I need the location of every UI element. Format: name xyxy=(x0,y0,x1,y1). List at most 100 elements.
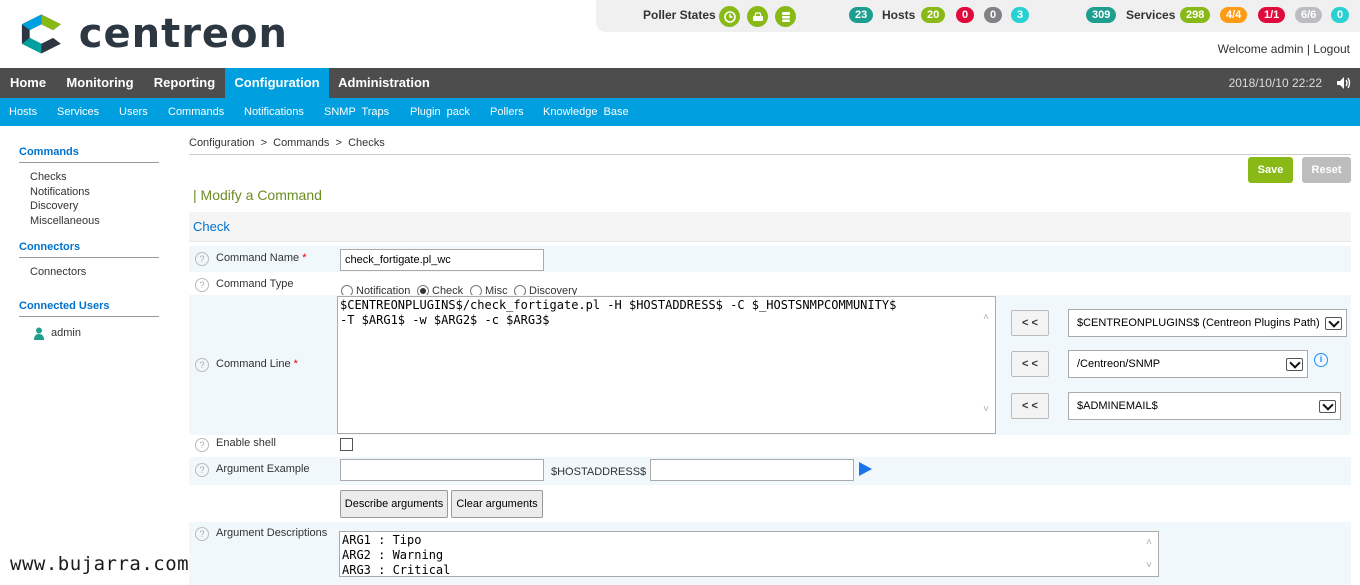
subnav-plugin-pack[interactable]: Plugin pack xyxy=(410,98,470,126)
help-icon[interactable]: ? xyxy=(195,463,209,477)
breadcrumb-commands[interactable]: Commands xyxy=(273,137,329,149)
command-type-label: Command Type xyxy=(216,278,294,290)
scroll-down-icon[interactable]: ˅ xyxy=(1143,560,1155,571)
sidebar-item-connectors[interactable]: Connectors xyxy=(30,266,86,278)
chevron-down-icon[interactable] xyxy=(1319,400,1336,413)
status-bar: Poller States 23 Hosts 20 0 0 3 309 Serv… xyxy=(596,0,1360,32)
help-icon[interactable]: ? xyxy=(195,358,209,372)
scroll-down-icon[interactable]: ˅ xyxy=(980,404,992,415)
hosts-label: Hosts xyxy=(882,8,916,22)
poller-drive-icon[interactable] xyxy=(747,6,768,27)
hosts-down-badge[interactable]: 0 xyxy=(956,7,975,23)
hosts-unreachable-badge[interactable]: 0 xyxy=(984,7,1003,23)
logout-link[interactable]: Logout xyxy=(1313,42,1350,56)
breadcrumb-separator: > xyxy=(260,137,267,149)
clear-arguments-button[interactable]: Clear arguments xyxy=(451,490,543,518)
sidebar-item-discovery[interactable]: Discovery xyxy=(30,200,78,212)
nav-monitoring[interactable]: Monitoring xyxy=(56,68,144,98)
subnav-hosts[interactable]: Hosts xyxy=(9,98,37,126)
hosts-up-badge[interactable]: 20 xyxy=(921,7,946,23)
subnav-services[interactable]: Services xyxy=(57,98,99,126)
hostaddress-input[interactable] xyxy=(650,459,854,481)
insert-macro-button-2[interactable]: < < xyxy=(1011,351,1049,377)
subnav-pollers[interactable]: Pollers xyxy=(490,98,524,126)
breadcrumb-separator: > xyxy=(335,137,342,149)
subnav-knowledge-base[interactable]: Knowledge Base xyxy=(543,98,629,126)
hosts-pending-badge[interactable]: 3 xyxy=(1011,7,1030,23)
poller-states-label: Poller States xyxy=(643,8,716,22)
resource-select[interactable]: /Centreon/SNMP xyxy=(1068,350,1308,378)
services-total-badge[interactable]: 309 xyxy=(1086,7,1117,23)
argument-example-label: Argument Example xyxy=(216,463,310,475)
page-title: | Modify a Command xyxy=(193,187,322,203)
sidebar-connected-users-title: Connected Users xyxy=(19,300,159,317)
poller-clock-icon[interactable] xyxy=(719,6,740,27)
command-line-textarea[interactable]: $CENTREONPLUGINS$/check_fortigate.pl -H … xyxy=(337,296,996,434)
services-ok-badge[interactable]: 298 xyxy=(1180,7,1211,23)
scroll-up-icon[interactable]: ˄ xyxy=(1143,537,1155,548)
subnav-snmp-traps[interactable]: SNMP Traps xyxy=(324,98,389,126)
centreon-logo[interactable]: centreon xyxy=(18,10,288,58)
sidebar-item-notifications[interactable]: Notifications xyxy=(30,186,90,198)
divider xyxy=(189,154,1351,155)
centreon-logo-icon xyxy=(21,14,61,54)
subnav-notifications[interactable]: Notifications xyxy=(244,98,304,126)
chevron-down-icon[interactable] xyxy=(1286,358,1303,371)
sidebar-commands-title: Commands xyxy=(19,146,159,163)
help-icon[interactable]: ? xyxy=(195,438,209,452)
subnav-commands[interactable]: Commands xyxy=(168,98,224,126)
save-button[interactable]: Save xyxy=(1248,157,1293,183)
enable-shell-label: Enable shell xyxy=(216,437,276,449)
insert-macro-button-3[interactable]: < < xyxy=(1011,393,1049,419)
nav-configuration[interactable]: Configuration xyxy=(225,68,329,98)
info-icon[interactable]: i xyxy=(1314,353,1328,367)
form-row-enable-shell: ? Enable shell xyxy=(189,435,1351,457)
brand-name: centreon xyxy=(78,11,288,57)
command-name-input[interactable]: check_fortigate.pl_wc xyxy=(340,249,544,271)
nav-administration[interactable]: Administration xyxy=(329,68,439,98)
reset-button[interactable]: Reset xyxy=(1302,157,1351,183)
breadcrumb-configuration[interactable]: Configuration xyxy=(189,137,254,149)
breadcrumb-checks[interactable]: Checks xyxy=(348,137,385,149)
sub-nav: Hosts Services Users Commands Notificati… xyxy=(0,98,1360,126)
describe-arguments-button[interactable]: Describe arguments xyxy=(340,490,448,518)
poller-database-icon[interactable] xyxy=(775,6,796,27)
help-icon[interactable]: ? xyxy=(195,252,209,266)
sidebar-connectors-title: Connectors xyxy=(19,241,159,258)
speaker-icon[interactable] xyxy=(1336,76,1352,90)
help-icon[interactable]: ? xyxy=(195,527,209,541)
insert-macro-button-1[interactable]: < < xyxy=(1011,310,1049,336)
datetime: 2018/10/10 22:22 xyxy=(1228,76,1322,90)
argument-descriptions-label: Argument Descriptions xyxy=(216,527,328,539)
macro-select[interactable]: $ADMINEMAIL$ xyxy=(1068,392,1341,420)
breadcrumb: Configuration > Commands > Checks xyxy=(189,137,385,149)
enable-shell-checkbox[interactable] xyxy=(340,438,353,451)
hosts-total-badge[interactable]: 23 xyxy=(849,7,874,23)
section-title: Check xyxy=(193,219,230,234)
services-pending-badge[interactable]: 0 xyxy=(1331,7,1350,23)
main-nav: Home Monitoring Reporting Configuration … xyxy=(0,68,1360,98)
chevron-down-icon[interactable] xyxy=(1325,317,1342,330)
services-label: Services xyxy=(1126,8,1176,22)
sidebar-item-checks[interactable]: Checks xyxy=(30,171,67,183)
section-header: Check xyxy=(189,212,1351,242)
services-critical-badge[interactable]: 1/1 xyxy=(1258,7,1286,23)
scroll-up-icon[interactable]: ˄ xyxy=(980,312,992,323)
sidebar-user-admin[interactable]: admin xyxy=(51,327,81,339)
argument-descriptions-textarea[interactable]: ARG1 : Tipo ARG2 : Warning ARG3 : Critic… xyxy=(339,531,1159,577)
argument-example-input[interactable] xyxy=(340,459,544,481)
subnav-users[interactable]: Users xyxy=(119,98,148,126)
nav-reporting[interactable]: Reporting xyxy=(144,68,225,98)
command-line-label: Command Line * xyxy=(216,358,298,370)
play-icon[interactable] xyxy=(859,462,872,476)
sidebar-item-miscellaneous[interactable]: Miscellaneous xyxy=(30,215,100,227)
services-unknown-badge[interactable]: 6/6 xyxy=(1295,7,1323,23)
help-icon[interactable]: ? xyxy=(195,278,209,292)
user-welcome: Welcome admin | Logout xyxy=(1218,42,1350,56)
header: centreon Poller States 23 Hosts 20 0 0 3… xyxy=(0,0,1360,68)
watermark: www.bujarra.com xyxy=(10,553,190,575)
services-warning-badge[interactable]: 4/4 xyxy=(1220,7,1248,23)
welcome-text: Welcome admin xyxy=(1217,42,1304,56)
nav-home[interactable]: Home xyxy=(0,68,56,98)
plugins-path-select[interactable]: $CENTREONPLUGINS$ (Centreon Plugins Path… xyxy=(1068,309,1347,337)
